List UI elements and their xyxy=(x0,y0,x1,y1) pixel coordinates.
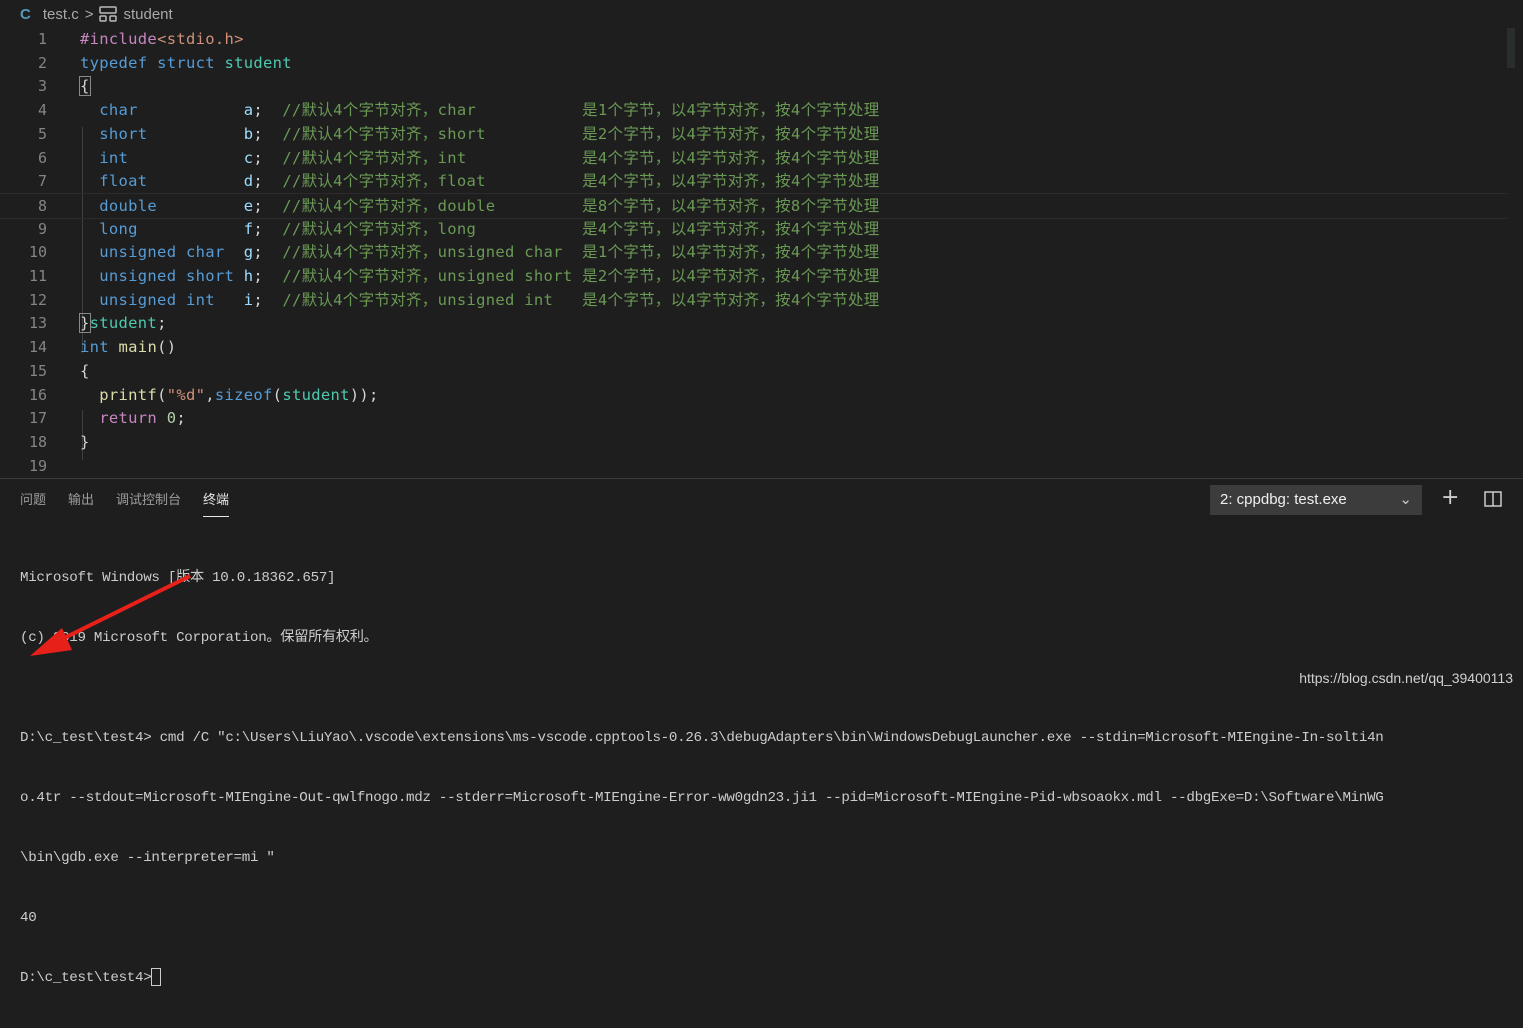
terminal-line: o.4tr --stdout=Microsoft-MIEngine-Out-qw… xyxy=(20,790,1384,806)
red-arrow-annotation xyxy=(30,574,191,656)
terminal-cursor xyxy=(151,968,162,987)
terminal-prompt-line: D:\c_test\test4> xyxy=(20,968,1517,988)
terminal-line: D:\c_test\test4> cmd /C "c:\Users\LiuYao… xyxy=(20,730,1384,746)
terminal-line: \bin\gdb.exe --interpreter=mi " xyxy=(20,850,275,866)
program-output: 40 xyxy=(20,910,37,926)
terminal-prompt: D:\c_test\test4> xyxy=(20,970,152,986)
